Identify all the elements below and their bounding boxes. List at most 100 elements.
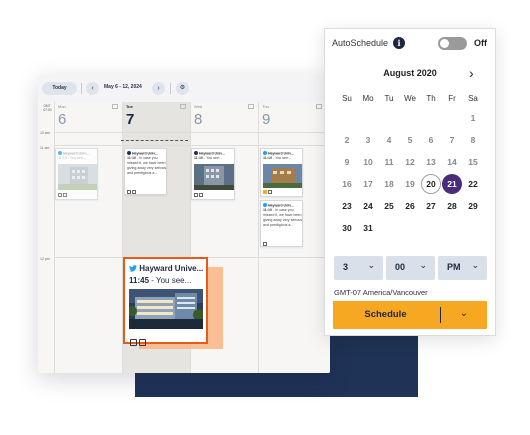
day-number: 7	[126, 111, 135, 128]
date-cell[interactable]: 13	[421, 152, 441, 172]
day-column-mon[interactable]: Mon 6	[54, 102, 122, 373]
date-cell[interactable]: 26	[400, 196, 420, 216]
timezone-text: GMT-07 America/Vancouver	[334, 288, 428, 297]
calendar-toolbar: Today ‹ May 6 - 12, 2024 › ⚙	[38, 75, 330, 102]
date-cell[interactable]: 2	[337, 130, 357, 150]
date-cell[interactable]: 22	[463, 174, 483, 194]
info-icon[interactable]: i	[393, 37, 405, 49]
date-cell[interactable]: 28	[442, 196, 462, 216]
hour-select[interactable]: 3 ⌄	[334, 256, 383, 280]
post-card[interactable]: Hayward Univ... 11:10 - In case you miss…	[124, 148, 167, 195]
twitter-icon	[263, 203, 267, 207]
autoschedule-label: AutoSchedule	[332, 38, 389, 48]
featured-post-image	[129, 289, 203, 329]
today-button[interactable]: Today	[42, 82, 77, 95]
featured-post-text: 11:45 - You see...	[129, 276, 192, 285]
date-cell[interactable]: 6	[421, 130, 441, 150]
hour-value: 3	[343, 262, 349, 272]
day-name: Wed	[194, 104, 203, 109]
twitter-icon	[58, 151, 62, 155]
date-cell[interactable]: 31	[358, 218, 378, 238]
date-cell[interactable]: 8	[463, 130, 483, 150]
calendar-icon	[130, 339, 137, 346]
twitter-icon	[263, 151, 267, 155]
chevron-down-icon: ⌄	[471, 260, 479, 270]
day-name: Tue	[126, 104, 133, 109]
date-cell[interactable]: 10	[358, 152, 378, 172]
chevron-down-icon[interactable]: ⌄	[447, 308, 481, 319]
date-cell[interactable]: 19	[400, 174, 420, 194]
post-card[interactable]: Hayward Univ... 11:10 - You see...	[260, 148, 303, 197]
schedule-label: Schedule	[364, 309, 407, 320]
post-title: Hayward Univ...	[58, 151, 89, 156]
chevron-right-icon[interactable]: ›	[469, 65, 474, 81]
minute-select[interactable]: 00 ⌄	[386, 256, 435, 280]
date-cell[interactable]: 11	[379, 152, 399, 172]
facebook-icon	[127, 151, 131, 155]
date-cell[interactable]: 27	[421, 196, 441, 216]
date-cell[interactable]: 1	[463, 108, 483, 128]
post-meta-icons	[194, 193, 204, 198]
date-cell[interactable]: 7	[442, 130, 462, 150]
post-text: 11:10 - You see...	[194, 156, 222, 160]
ampm-select[interactable]: PM ⌄	[438, 256, 487, 280]
post-meta-icons	[127, 190, 137, 194]
chevron-left-icon[interactable]: ‹	[86, 82, 99, 95]
hour-line	[54, 132, 330, 133]
post-title: Hayward Univ...	[263, 151, 294, 156]
copy-icon[interactable]	[112, 104, 118, 109]
weekday-label: Th	[426, 94, 436, 103]
date-cell[interactable]: 18	[379, 174, 399, 194]
post-image	[58, 164, 97, 190]
date-cell[interactable]: 12	[400, 152, 420, 172]
toggle-state-label: Off	[474, 38, 487, 48]
day-header: Thu 9	[259, 102, 326, 132]
weekday-label: Sa	[468, 94, 478, 103]
autoschedule-toggle[interactable]	[438, 37, 467, 50]
date-cell[interactable]: 21	[442, 174, 462, 194]
date-cell[interactable]: 24	[358, 196, 378, 216]
date-range-label: May 6 - 12, 2024	[104, 84, 142, 90]
date-cell[interactable]: 30	[337, 218, 357, 238]
date-cell[interactable]: 15	[463, 152, 483, 172]
date-cell[interactable]: 3	[358, 130, 378, 150]
post-image	[263, 164, 302, 188]
date-cell[interactable]: 5	[400, 130, 420, 150]
day-number: 6	[58, 111, 67, 128]
copy-icon[interactable]	[180, 104, 186, 109]
date-cell[interactable]: 14	[442, 152, 462, 172]
schedule-button[interactable]: Schedule ⌄	[333, 301, 487, 329]
toggle-knob	[440, 39, 449, 48]
date-cell[interactable]: 17	[358, 174, 378, 194]
date-cell[interactable]: 4	[379, 130, 399, 150]
post-image	[194, 164, 234, 190]
date-cell[interactable]: 16	[337, 174, 357, 194]
day-header: Mon 6	[55, 102, 122, 132]
featured-post-meta-icons	[130, 333, 148, 351]
featured-post-card[interactable]: Hayward Unive... 11:45 - You see...	[123, 257, 208, 346]
date-cell[interactable]: 20	[421, 174, 441, 194]
featured-post-title: Hayward Unive...	[129, 264, 203, 273]
weekday-label: We	[404, 94, 416, 103]
gear-icon[interactable]: ⚙	[176, 82, 189, 95]
facebook-icon	[194, 151, 198, 155]
post-text: 11:10 - In case you missed it, we have b…	[263, 208, 303, 227]
current-time-indicator	[121, 140, 188, 141]
chevron-right-icon[interactable]: ›	[152, 82, 165, 95]
copy-icon[interactable]	[248, 104, 254, 109]
chevron-down-icon: ⌄	[367, 260, 375, 270]
post-card[interactable]: Hayward Univ... 11:10 - You see...	[191, 148, 235, 200]
date-cell[interactable]: 9	[337, 152, 357, 172]
date-cell[interactable]: 29	[463, 196, 483, 216]
date-cell[interactable]: 23	[337, 196, 357, 216]
post-title: Hayward Univ...	[263, 203, 294, 208]
copy-icon[interactable]	[316, 104, 322, 109]
time-label: 10 am	[40, 131, 50, 135]
post-card[interactable]: Hayward Univ... 11:10 - In case you miss…	[260, 200, 303, 247]
post-card[interactable]: Hayward Univ... 11:10 - You see...	[55, 148, 98, 200]
day-name: Mon	[58, 104, 66, 109]
month-header: August 2020 ›	[324, 65, 496, 81]
toolbar-divider	[81, 83, 82, 94]
post-meta-icons	[263, 190, 273, 195]
date-cell[interactable]: 25	[379, 196, 399, 216]
